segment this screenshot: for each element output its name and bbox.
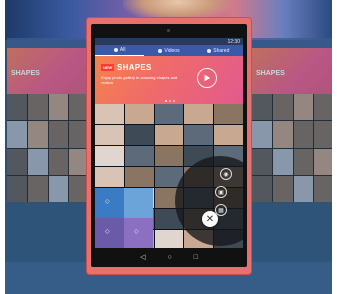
navigation-bar: ◁ ○ □ xyxy=(91,250,247,264)
album-tile[interactable]: ◇ xyxy=(95,188,124,218)
photo-thumbnail[interactable] xyxy=(184,125,214,145)
back-icon[interactable]: ◁ xyxy=(140,254,145,261)
tab-bar: All Videos Shared xyxy=(95,45,243,56)
videos-icon xyxy=(158,48,163,53)
photo-thumbnail[interactable] xyxy=(124,146,154,166)
photo-thumbnail[interactable] xyxy=(95,167,124,187)
photo-thumbnail[interactable] xyxy=(124,167,154,187)
tab-all[interactable]: All xyxy=(95,45,145,56)
tablet-screen: 12:30 All Videos Shared NEW SHAPES Enjoy… xyxy=(95,38,243,248)
new-badge: NEW xyxy=(101,64,115,71)
photo-thumbnail[interactable] xyxy=(95,146,124,166)
side-screen-right: SHAPES xyxy=(252,38,332,203)
side-tab-bar xyxy=(252,38,332,48)
tablet-bezel: 12:30 All Videos Shared NEW SHAPES Enjoy… xyxy=(91,24,247,267)
pager-dot xyxy=(169,100,171,102)
side-hero-label: SHAPES xyxy=(11,70,40,77)
side-hero: SHAPES xyxy=(7,48,89,94)
album-icon: ◇ xyxy=(134,229,139,235)
tab-videos[interactable]: Videos xyxy=(144,45,193,56)
play-icon[interactable] xyxy=(197,68,217,88)
featured-title: SHAPES xyxy=(117,63,152,72)
close-icon[interactable]: ✕ xyxy=(202,211,218,227)
pager-dot xyxy=(173,100,175,102)
photo-thumbnail[interactable] xyxy=(124,125,154,145)
photo-thumbnail[interactable] xyxy=(95,125,124,145)
side-photo-mosaic xyxy=(7,94,89,202)
side-screen-left: SHAPES xyxy=(7,38,89,203)
shared-icon xyxy=(207,48,212,53)
home-icon[interactable]: ○ xyxy=(167,254,171,261)
photo-thumbnail[interactable] xyxy=(154,230,184,248)
tablet-device: 12:30 All Videos Shared NEW SHAPES Enjoy… xyxy=(86,17,252,275)
side-hero: SHAPES xyxy=(252,48,332,94)
pager-dot xyxy=(165,100,167,102)
photo-thumbnail[interactable] xyxy=(214,125,243,145)
photo-thumbnail[interactable] xyxy=(154,104,184,124)
tab-label: All xyxy=(119,47,126,53)
tab-shared[interactable]: Shared xyxy=(194,45,243,56)
photo-thumbnail[interactable] xyxy=(154,125,184,145)
album-tile[interactable]: ◇ xyxy=(95,218,124,248)
featured-subtitle: Enjoy photo gallery in amazing shapes an… xyxy=(101,75,178,85)
photo-thumbnail[interactable] xyxy=(184,104,214,124)
album-tile[interactable] xyxy=(124,188,153,218)
photo-thumbnail[interactable] xyxy=(95,104,124,124)
side-hero-label: SHAPES xyxy=(256,70,285,77)
album-tiles: ◇ ◇ ◇ xyxy=(95,188,153,248)
banner-pager xyxy=(165,100,175,102)
tab-label: Videos xyxy=(164,47,180,54)
status-bar: 12:30 xyxy=(95,38,243,45)
photo-thumbnail[interactable] xyxy=(154,146,184,166)
all-icon xyxy=(113,48,118,52)
photo-thumbnail[interactable] xyxy=(214,104,243,124)
recent-apps-icon[interactable]: □ xyxy=(194,254,198,261)
featured-banner[interactable]: NEW SHAPES Enjoy photo gallery in amazin… xyxy=(95,56,243,104)
album-icon: ◇ xyxy=(105,229,110,235)
tab-label: Shared xyxy=(213,47,230,54)
photo-thumbnail[interactable] xyxy=(124,104,154,124)
side-photo-mosaic xyxy=(252,94,332,202)
status-time: 12:30 xyxy=(227,38,240,45)
side-tab-bar xyxy=(7,38,89,48)
video-icon[interactable]: ▣ xyxy=(215,186,227,198)
album-tile[interactable]: ◇ xyxy=(124,218,153,248)
album-icon: ◇ xyxy=(105,199,110,205)
front-camera xyxy=(167,29,170,32)
camera-icon[interactable]: ◉ xyxy=(220,168,232,180)
